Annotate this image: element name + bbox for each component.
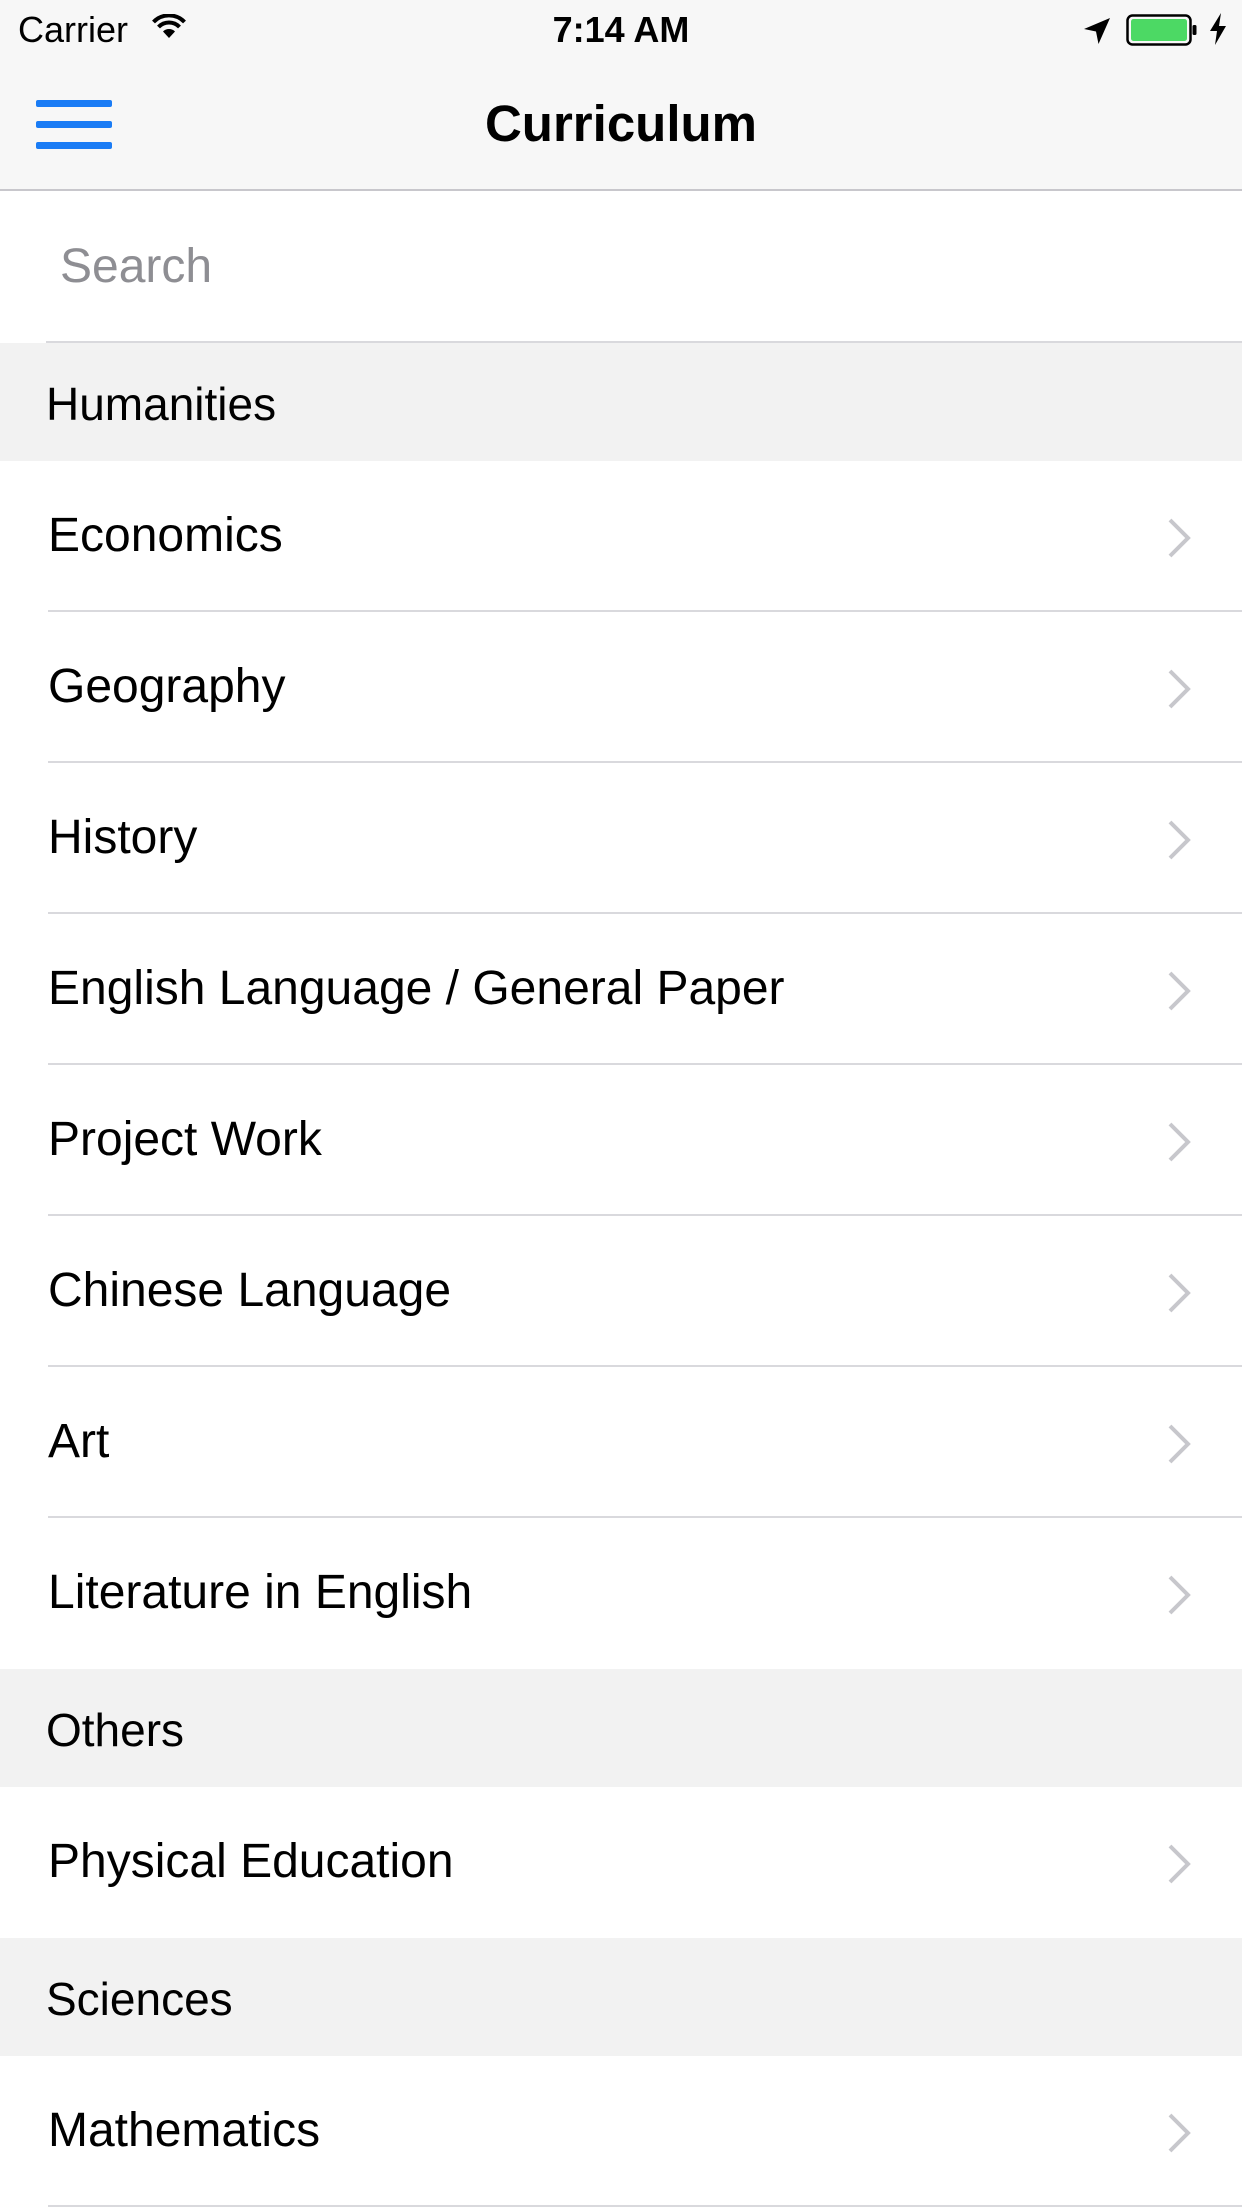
list-item-english-language-general-paper[interactable]: English Language / General Paper bbox=[0, 914, 1242, 1065]
list-item-label: Physical Education bbox=[48, 1835, 454, 1888]
chevron-right-icon bbox=[1168, 1575, 1191, 1615]
status-bar: Carrier 7:14 AM bbox=[0, 0, 1242, 60]
list-item-label: Economics bbox=[48, 509, 283, 562]
list-item-label: Chinese Language bbox=[48, 1264, 452, 1317]
section-header-sciences: Sciences bbox=[0, 1938, 1242, 2056]
chevron-right-icon bbox=[1168, 1844, 1191, 1884]
list-item-label: English Language / General Paper bbox=[48, 962, 785, 1015]
chevron-right-icon bbox=[1168, 971, 1191, 1011]
section-title: Others bbox=[46, 1704, 185, 1756]
section-header-others: Others bbox=[0, 1669, 1242, 1787]
list-item-mathematics[interactable]: Mathematics bbox=[0, 2056, 1242, 2207]
chevron-right-icon bbox=[1168, 1424, 1191, 1464]
list-item-label: Literature in English bbox=[48, 1566, 473, 1619]
battery-icon bbox=[1126, 14, 1197, 46]
section-title: Sciences bbox=[46, 1973, 233, 2025]
location-arrow-icon bbox=[1084, 18, 1110, 44]
list-item-economics[interactable]: Economics bbox=[0, 461, 1242, 612]
chevron-right-icon bbox=[1168, 2113, 1191, 2153]
list-item-art[interactable]: Art bbox=[0, 1367, 1242, 1518]
chevron-right-icon bbox=[1168, 518, 1191, 558]
list-item-chinese-language[interactable]: Chinese Language bbox=[0, 1216, 1242, 1367]
curriculum-screen: Carrier 7:14 AM Curriculum Search Humani… bbox=[0, 0, 1242, 2208]
list-item-history[interactable]: History bbox=[0, 763, 1242, 914]
list-item-geography[interactable]: Geography bbox=[0, 612, 1242, 763]
navigation-bar: Curriculum bbox=[0, 60, 1242, 191]
list-item-label: History bbox=[48, 811, 198, 864]
search-bar bbox=[0, 191, 1242, 343]
search-input[interactable] bbox=[60, 231, 1200, 301]
divider bbox=[48, 2205, 1242, 2207]
chevron-right-icon bbox=[1168, 1122, 1191, 1162]
list-item-physical-education[interactable]: Physical Education bbox=[0, 1787, 1242, 1938]
section-title: Humanities bbox=[46, 378, 277, 430]
list-item-label: Mathematics bbox=[48, 2104, 321, 2157]
charging-bolt-icon bbox=[1210, 13, 1226, 45]
list-item-label: Geography bbox=[48, 660, 286, 713]
chevron-right-icon bbox=[1168, 669, 1191, 709]
list-item-label: Project Work bbox=[48, 1113, 322, 1166]
list-item-label: Art bbox=[48, 1415, 110, 1468]
status-time: 7:14 AM bbox=[552, 9, 690, 50]
section-header-humanities: Humanities bbox=[0, 343, 1242, 461]
list-item-project-work[interactable]: Project Work bbox=[0, 1065, 1242, 1216]
chevron-right-icon bbox=[1168, 820, 1191, 860]
page-title: Curriculum bbox=[484, 95, 758, 152]
chevron-right-icon bbox=[1168, 1273, 1191, 1313]
list-item-literature-in-english[interactable]: Literature in English bbox=[0, 1518, 1242, 1669]
